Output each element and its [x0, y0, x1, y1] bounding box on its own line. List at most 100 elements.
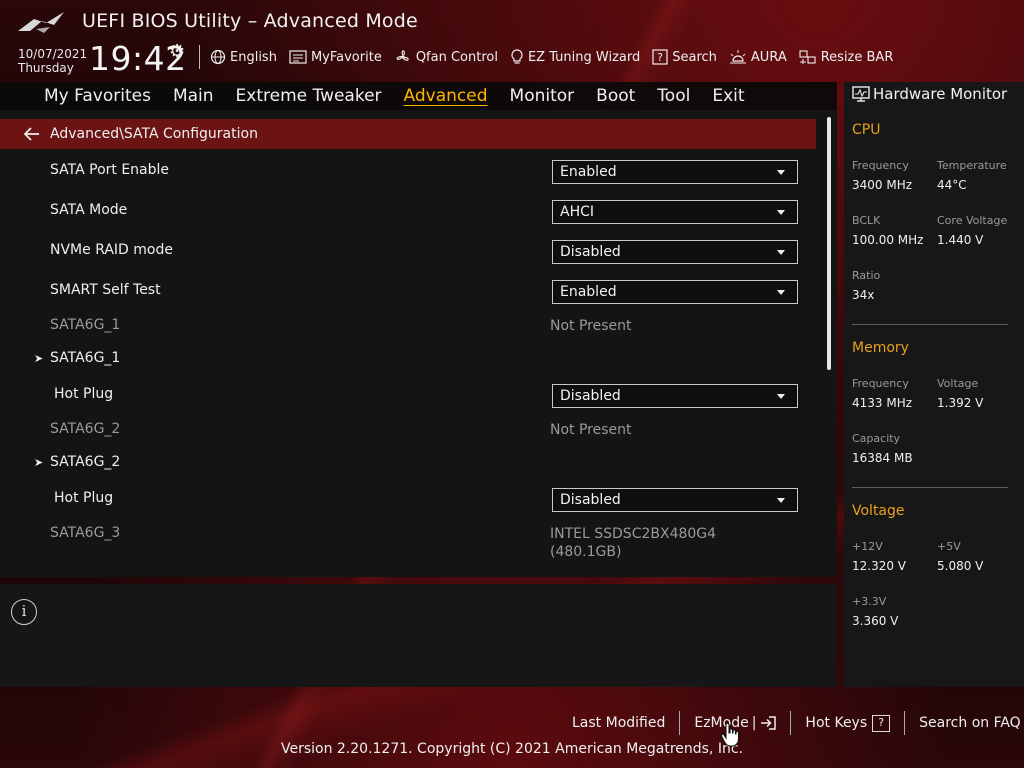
hot-plug-2-value: Disabled — [560, 492, 621, 508]
chevron-down-icon — [777, 209, 785, 215]
cpu-temperature-label: Temperature — [937, 159, 1007, 172]
chevron-down-icon — [777, 393, 785, 399]
tab-monitor[interactable]: Monitor — [499, 82, 586, 110]
monitor-icon — [852, 86, 870, 102]
v12-value: 12.320 V — [852, 559, 907, 573]
memory-capacity-value: 16384 MB — [852, 451, 913, 465]
sata6g-1-status: Not Present — [550, 318, 632, 334]
qfan-control-label: Qfan Control — [415, 49, 498, 65]
nvme-raid-mode-value: Disabled — [560, 244, 621, 260]
ratio-value: 34x — [852, 288, 875, 302]
aura-button[interactable]: AURA — [729, 49, 787, 65]
memory-voltage-label: Voltage — [937, 377, 979, 390]
question-mark-icon: ? — [872, 714, 891, 732]
chevron-down-icon — [777, 289, 785, 295]
sata6g-2-submenu[interactable]: SATA6G_2 — [50, 454, 120, 470]
tab-tool[interactable]: Tool — [646, 82, 701, 110]
aura-light-icon — [729, 50, 746, 64]
ez-tuning-wizard-button[interactable]: EZ Tuning Wizard — [510, 49, 640, 65]
qfan-control-button[interactable]: Qfan Control — [394, 49, 498, 65]
hardware-monitor-title-text: Hardware Monitor — [873, 85, 1008, 103]
header-bar: UEFI BIOS Utility – Advanced Mode 10/07/… — [0, 0, 1024, 82]
hot-keys-button[interactable]: Hot Keys ? — [791, 714, 904, 732]
hardware-monitor-title: Hardware Monitor — [852, 85, 1007, 103]
nvme-raid-mode-label: NVMe RAID mode — [50, 242, 173, 258]
tab-advanced[interactable]: Advanced — [393, 82, 499, 110]
smart-self-test-dropdown[interactable]: Enabled — [552, 280, 798, 304]
submenu-arrow-icon: ➤ — [34, 352, 44, 365]
fan-icon — [396, 50, 409, 61]
cpu-temperature-value: 44°C — [937, 178, 967, 192]
v5-value: 5.080 V — [937, 559, 984, 573]
myfavorite-button[interactable]: MyFavorite — [289, 50, 382, 65]
v12-label: +12V — [852, 540, 883, 553]
chevron-down-icon — [777, 169, 785, 175]
tab-boot[interactable]: Boot — [585, 82, 646, 110]
exit-to-ezmode-icon — [761, 716, 777, 730]
v5-label: +5V — [937, 540, 961, 553]
tab-my-favorites[interactable]: My Favorites — [33, 82, 162, 110]
sata-mode-label: SATA Mode — [50, 202, 128, 218]
date-display: 10/07/2021 Thursday — [18, 47, 87, 75]
sata-mode-dropdown[interactable]: AHCI — [552, 200, 798, 224]
sata6g-2-info-label: SATA6G_2 — [50, 421, 121, 437]
sata6g-3-info-label: SATA6G_3 — [50, 525, 121, 541]
cpu-frequency-label: Frequency — [852, 159, 909, 172]
smart-self-test-label: SMART Self Test — [50, 282, 161, 298]
search-button[interactable]: ? Search — [652, 49, 717, 65]
submenu-arrow-icon: ➤ — [34, 456, 44, 469]
hot-plug-1-value: Disabled — [560, 388, 621, 404]
tab-main[interactable]: Main — [162, 82, 225, 110]
info-icon: i — [11, 599, 37, 625]
lightbulb-icon — [511, 49, 523, 64]
hardware-monitor-panel: Hardware Monitor CPU Frequency 3400 MHz … — [844, 82, 1024, 687]
ratio-label: Ratio — [852, 269, 881, 282]
search-label: Search — [672, 49, 717, 65]
nvme-raid-mode-dropdown[interactable]: Disabled — [552, 240, 798, 264]
version-text: Version 2.20.1271. Copyright (C) 2021 Am… — [0, 741, 1024, 757]
sata6g-3-device-model: INTEL SSDSC2BX480G4 — [550, 526, 717, 542]
memory-frequency-label: Frequency — [852, 377, 909, 390]
voltage-section-title: Voltage — [852, 503, 905, 519]
sata-port-enable-value: Enabled — [560, 164, 617, 180]
hot-plug-2-label: Hot Plug — [54, 490, 114, 506]
resize-bar-label: Resize BAR — [820, 49, 894, 65]
v33-label: +3.3V — [852, 595, 887, 608]
tab-extreme-tweaker[interactable]: Extreme Tweaker — [225, 82, 393, 110]
memory-voltage-value: 1.392 V — [937, 396, 984, 410]
aura-label: AURA — [750, 49, 787, 65]
language-button[interactable]: English — [210, 49, 277, 65]
rog-logo-icon — [18, 12, 64, 33]
v33-value: 3.360 V — [852, 614, 899, 628]
app-title: UEFI BIOS Utility – Advanced Mode — [82, 10, 418, 32]
header-divider — [199, 45, 200, 69]
date-text: 10/07/2021 — [18, 47, 88, 61]
scrollbar[interactable] — [827, 117, 831, 370]
sata-port-enable-dropdown[interactable]: Enabled — [552, 160, 798, 184]
ezmode-separator: | — [751, 715, 757, 731]
search-on-faq-button[interactable]: Search on FAQ — [905, 715, 1024, 731]
bclk-label: BCLK — [852, 214, 881, 227]
chevron-down-icon — [777, 497, 785, 503]
sata6g-3-device: INTEL SSDSC2BX480G4 (480.1GB) — [550, 525, 716, 561]
gear-icon[interactable]: ⚙ — [169, 41, 185, 62]
tab-exit[interactable]: Exit — [701, 82, 755, 110]
smart-self-test-value: Enabled — [560, 284, 617, 300]
bclk-value: 100.00 MHz — [852, 233, 924, 247]
search-help-icon: ? — [652, 49, 668, 65]
resize-bar-button[interactable]: Resize BAR — [799, 49, 894, 65]
sata-port-enable-label: SATA Port Enable — [50, 162, 170, 178]
last-modified-button[interactable]: Last Modified — [558, 715, 679, 731]
back-arrow-icon[interactable] — [24, 127, 40, 141]
section-divider — [852, 324, 1008, 325]
breadcrumb[interactable]: Advanced\SATA Configuration — [0, 119, 816, 149]
hot-keys-label: Hot Keys — [805, 715, 868, 731]
breadcrumb-text: Advanced\SATA Configuration — [50, 126, 258, 142]
memory-capacity-label: Capacity — [852, 432, 901, 445]
cpu-section-title: CPU — [852, 122, 881, 138]
quick-links: English MyFavorite Qfan Control EZ Tunin… — [210, 45, 893, 69]
sata6g-1-submenu[interactable]: SATA6G_1 — [50, 350, 120, 366]
hot-plug-1-dropdown[interactable]: Disabled — [552, 384, 798, 408]
hot-plug-2-dropdown[interactable]: Disabled — [552, 488, 798, 512]
sata-mode-value: AHCI — [560, 204, 595, 220]
